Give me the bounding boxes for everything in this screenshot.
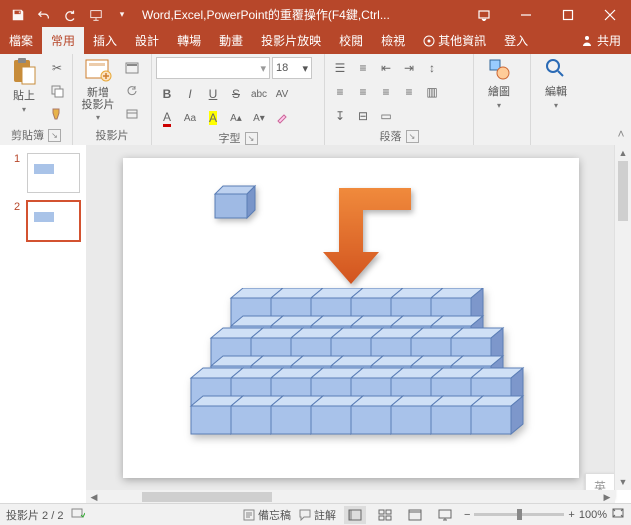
ribbon: 貼上▾ ✂ 剪貼簿↘ 新增 投影片▾ 投影片 ▾	[0, 54, 631, 146]
shrink-font-button[interactable]: A▾	[248, 107, 270, 129]
copy-button[interactable]	[46, 80, 68, 102]
underline-button[interactable]: U	[202, 83, 224, 105]
stair-cubes-shape	[163, 288, 553, 468]
slide-thumb-2[interactable]: 2	[14, 201, 80, 241]
drawing-button[interactable]: 繪圖▾	[478, 57, 520, 110]
undo-button[interactable]	[32, 3, 56, 27]
maximize-button[interactable]	[547, 0, 589, 29]
tab-animations[interactable]: 動畫	[210, 27, 252, 54]
small-cube-shape	[207, 182, 261, 224]
qat-customize-button[interactable]: ▾	[110, 3, 134, 27]
bent-arrow-shape	[293, 180, 413, 293]
highlight-button[interactable]: A	[202, 107, 224, 129]
line-spacing-button[interactable]: ↕	[421, 57, 443, 79]
signin-button[interactable]: 登入	[495, 27, 537, 54]
font-size-combo[interactable]: 18▾	[272, 57, 312, 79]
change-case-button[interactable]: Aa	[179, 107, 201, 129]
font-launcher[interactable]: ↘	[245, 132, 258, 145]
share-button[interactable]: 共用	[572, 27, 631, 54]
sorter-view-button[interactable]	[374, 506, 396, 524]
normal-view-button[interactable]	[344, 506, 366, 524]
numbering-button[interactable]: ≡	[352, 57, 374, 79]
horizontal-scrollbar[interactable]: ◀▶	[86, 490, 615, 504]
indent-dec-button[interactable]: ⇤	[375, 57, 397, 79]
align-text-button[interactable]: ⊟	[352, 105, 374, 127]
new-slide-button[interactable]: 新增 投影片▾	[77, 57, 119, 122]
tellme-search[interactable]: 其他資訊	[414, 27, 495, 54]
align-center-button[interactable]: ≡	[352, 81, 374, 103]
align-left-button[interactable]: ≡	[329, 81, 351, 103]
quick-access-toolbar: ▾	[0, 3, 134, 27]
format-painter-button[interactable]	[46, 103, 68, 125]
smartart-button[interactable]: ▭	[375, 105, 397, 127]
status-bar: 投影片 2 / 2 備忘稿 註解 − + 100%	[0, 503, 631, 525]
bullets-button[interactable]: ☰	[329, 57, 351, 79]
shadow-button[interactable]: abc	[248, 83, 270, 105]
layout-button[interactable]	[121, 57, 143, 79]
paste-button[interactable]: 貼上▾	[4, 57, 44, 114]
collapse-ribbon-button[interactable]: ˄	[611, 54, 631, 145]
editing-button[interactable]: 編輯▾	[535, 57, 577, 110]
tab-review[interactable]: 校閱	[330, 27, 372, 54]
slide-counter[interactable]: 投影片 2 / 2	[6, 507, 63, 523]
group-drawing: 繪圖▾	[474, 54, 531, 145]
notes-button[interactable]: 備忘稿	[243, 507, 291, 523]
minimize-button[interactable]	[505, 0, 547, 29]
tab-insert[interactable]: 插入	[84, 27, 126, 54]
tab-design[interactable]: 設計	[126, 27, 168, 54]
ribbon-options-button[interactable]	[463, 0, 505, 29]
indent-inc-button[interactable]: ⇥	[398, 57, 420, 79]
char-spacing-button[interactable]: AV	[271, 83, 293, 105]
slideshow-view-button[interactable]	[434, 506, 456, 524]
justify-button[interactable]: ≡	[398, 81, 420, 103]
slide-editor[interactable]	[86, 145, 615, 490]
slide-canvas	[123, 158, 579, 478]
text-direction-button[interactable]: ↧	[329, 105, 351, 127]
cut-button[interactable]: ✂	[46, 57, 68, 79]
zoom-in-button[interactable]: +	[568, 509, 574, 521]
font-family-combo[interactable]: ▾	[156, 57, 270, 79]
section-button[interactable]	[121, 103, 143, 125]
paragraph-launcher[interactable]: ↘	[406, 130, 419, 143]
ribbon-tabs: 檔案 常用 插入 設計 轉場 動畫 投影片放映 校閱 檢視 其他資訊 登入 共用	[0, 29, 631, 54]
group-font: ▾ 18▾ B I U S abc AV A Aa A A▴ A▾ 字型↘	[152, 54, 325, 145]
reset-button[interactable]	[121, 80, 143, 102]
slide-panel: 1 2	[0, 145, 87, 504]
zoom-control[interactable]: − + 100%	[464, 507, 625, 522]
tab-home[interactable]: 常用	[42, 27, 84, 54]
reading-view-button[interactable]	[404, 506, 426, 524]
vertical-scrollbar[interactable]: ▲ ▼	[614, 145, 631, 490]
bold-button[interactable]: B	[156, 83, 178, 105]
redo-button[interactable]	[58, 3, 82, 27]
start-slideshow-button[interactable]	[84, 3, 108, 27]
tab-file[interactable]: 檔案	[0, 27, 42, 54]
strike-button[interactable]: S	[225, 83, 247, 105]
comments-button[interactable]: 註解	[299, 507, 336, 523]
fit-window-button[interactable]	[611, 507, 625, 522]
slide-thumb-1[interactable]: 1	[14, 153, 80, 193]
zoom-value[interactable]: 100%	[579, 509, 607, 521]
save-button[interactable]	[6, 3, 30, 27]
group-paragraph: ☰ ≡ ⇤ ⇥ ↕ ≡ ≡ ≡ ≡ ▥ ↧ ⊟ ▭ 段落↘	[325, 54, 474, 145]
columns-button[interactable]: ▥	[421, 81, 443, 103]
group-editing: 編輯▾	[531, 54, 587, 145]
zoom-slider[interactable]	[474, 513, 564, 516]
clipboard-launcher[interactable]: ↘	[48, 129, 61, 142]
window-title: Word,Excel,PowerPoint的重覆操作(F4鍵,Ctrl...	[134, 6, 463, 23]
group-clipboard: 貼上▾ ✂ 剪貼簿↘	[0, 54, 73, 145]
tab-transitions[interactable]: 轉場	[168, 27, 210, 54]
grow-font-button[interactable]: A▴	[225, 107, 247, 129]
italic-button[interactable]: I	[179, 83, 201, 105]
title-bar: ▾ Word,Excel,PowerPoint的重覆操作(F4鍵,Ctrl...	[0, 0, 631, 29]
tab-slideshow[interactable]: 投影片放映	[252, 27, 330, 54]
tab-view[interactable]: 檢視	[372, 27, 414, 54]
zoom-out-button[interactable]: −	[464, 509, 470, 521]
clear-format-button[interactable]	[271, 107, 293, 129]
group-slides: 新增 投影片▾ 投影片	[73, 54, 152, 145]
close-button[interactable]	[589, 0, 631, 29]
font-color-button[interactable]: A	[156, 107, 178, 129]
align-right-button[interactable]: ≡	[375, 81, 397, 103]
spellcheck-icon[interactable]	[71, 506, 85, 523]
